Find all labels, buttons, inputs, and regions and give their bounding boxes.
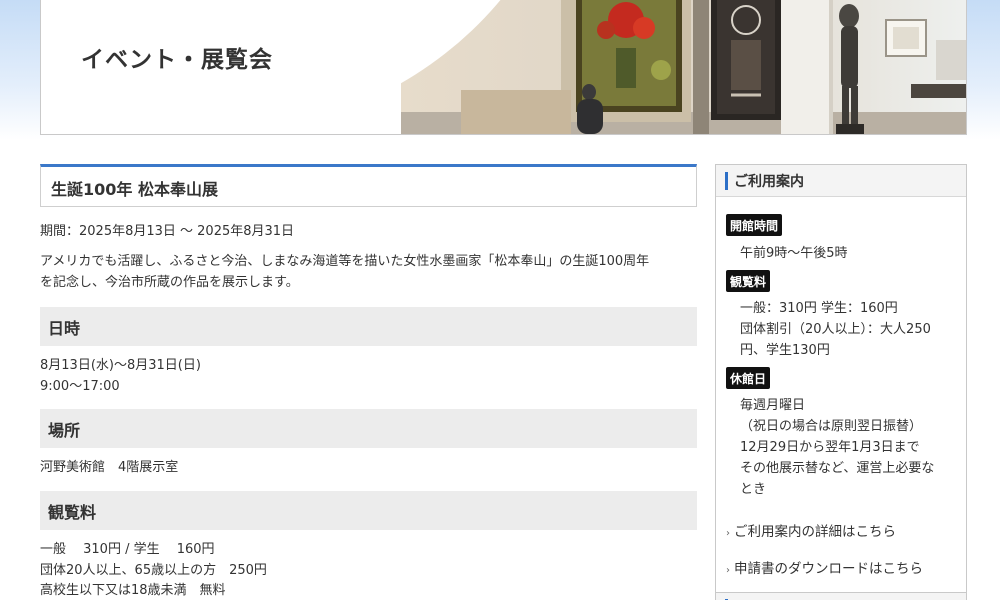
closed-line: その他展示替など、運営上必要な — [740, 461, 935, 477]
closed-line: 毎週月曜日 — [740, 398, 806, 413]
main-content: 生誕100年 松本奉山展 期間：2025年8月13日 〜 2025年8月31日 … — [40, 164, 697, 600]
sidebar-usage-guide: ご利用案内 開館時間 午前9時〜午後5時 観覧料 一般：310円 学生：160円… — [715, 164, 967, 600]
hours-line: 9:00〜17:00 — [40, 379, 120, 395]
dates-line: 8月13日(水)〜8月31日(日) — [40, 358, 201, 374]
fee-badge: 観覧料 — [726, 270, 771, 292]
exhibition-description: アメリカでも活躍し、ふるさと今治、しまなみ海道等を描いた女性水墨画家「松本奉山」… — [40, 252, 697, 294]
chevron-right-icon: › — [726, 565, 730, 576]
exhibition-period: 期間：2025年8月13日 〜 2025年8月31日 — [40, 224, 295, 239]
page-title: イベント・展覧会 — [81, 46, 273, 72]
description-line: アメリカでも活躍し、ふるさと今治、しまなみ海道等を描いた女性水墨画家「松本奉山」… — [40, 253, 650, 269]
closed-line: とき — [740, 482, 767, 498]
section-body-venue: 河野美術館 4階展示室 — [40, 458, 697, 479]
closed-badge: 休館日 — [726, 367, 771, 389]
application-download-link-label: 申請書のダウンロードはこちら — [734, 561, 923, 577]
fee-line: 高校生以下又は18歳未満 無料 — [40, 583, 226, 599]
closed-line: （祝日の場合は原則翌日振替） — [740, 419, 923, 435]
sidebar-fee-line: 円、学生130円 — [740, 343, 830, 359]
closed-line: 12月29日から翌年1月3日まで — [740, 440, 920, 456]
sidebar-fee-info: 一般：310円 学生：160円 団体割引（20人以上）：大人250 円、学生13… — [740, 298, 962, 361]
closed-days-info: 毎週月曜日 （祝日の場合は原則翌日振替） 12月29日から翌年1月3日まで その… — [740, 395, 962, 500]
section-body-dates: 8月13日(水)〜8月31日(日) 9:00〜17:00 — [40, 356, 697, 398]
background-decoration-right — [966, 0, 1000, 140]
hours-badge: 開館時間 — [726, 214, 783, 236]
sidebar-fee-line: 一般：310円 学生：160円 — [740, 301, 898, 316]
usage-details-link[interactable]: › ご利用案内の詳細はこちら — [726, 520, 896, 540]
header-banner: イベント・展覧会 — [40, 0, 967, 135]
venue-line: 河野美術館 4階展示室 — [40, 459, 179, 475]
section-heading-venue: 場所 — [40, 408, 697, 448]
fee-line: 団体20人以上、65歳以上の方 250円 — [40, 562, 267, 578]
section-body-fee: 一般 310円 / 学生 160円 団体20人以上、65歳以上の方 250円 高… — [40, 540, 697, 600]
opening-hours: 午前9時〜午後5時 — [740, 246, 848, 261]
fee-line: 一般 310円 / 学生 160円 — [40, 541, 215, 557]
sidebar-fee-line: 団体割引（20人以上）：大人250 — [740, 322, 931, 338]
sidebar-heading-label: ご利用案内 — [734, 174, 804, 190]
application-download-link[interactable]: › 申請書のダウンロードはこちら — [726, 557, 923, 577]
sidebar-heading: ご利用案内 — [716, 165, 966, 197]
section-heading-fee: 観覧料 — [40, 490, 697, 530]
sidebar-next-section-heading — [716, 592, 966, 600]
description-line: を記念し、今治市所蔵の作品を展示します。 — [40, 274, 299, 290]
chevron-right-icon: › — [726, 528, 730, 539]
usage-details-link-label: ご利用案内の詳細はこちら — [734, 524, 896, 540]
background-decoration-left — [0, 0, 41, 140]
section-heading-dates: 日時 — [40, 307, 697, 347]
article-title: 生誕100年 松本奉山展 — [40, 164, 697, 207]
